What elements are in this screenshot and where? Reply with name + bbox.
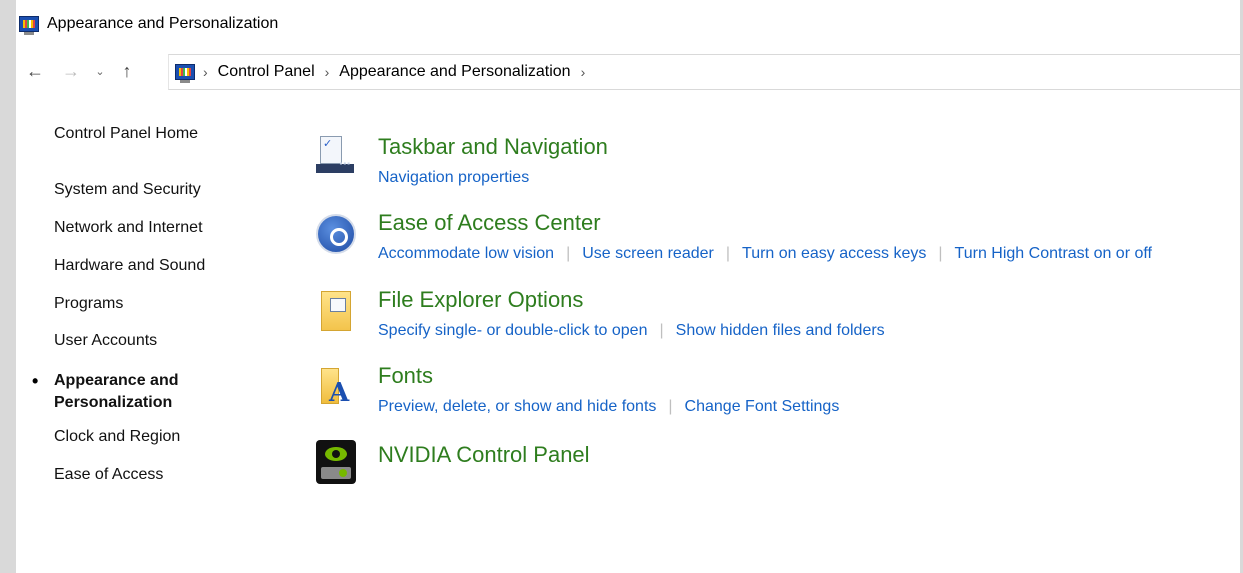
control-panel-icon xyxy=(19,16,39,35)
window-title: Appearance and Personalization xyxy=(47,15,279,32)
navigation-row: ← → ⌄ ↑ › Control Panel › Appearance and… xyxy=(16,54,1240,90)
category-links: Specify single- or double-click to open … xyxy=(378,322,885,340)
link-separator: | xyxy=(725,245,731,262)
category-links: Accommodate low vision | Use screen read… xyxy=(378,245,1152,263)
breadcrumb-control-panel[interactable]: Control Panel xyxy=(218,63,315,81)
address-bar[interactable]: › Control Panel › Appearance and Persona… xyxy=(168,54,1240,90)
fonts-letter-a-glyph: A xyxy=(329,378,350,408)
sidebar-item-label-line2: Personalization xyxy=(54,394,173,411)
nvidia-icon[interactable] xyxy=(316,440,356,484)
link-turn-on-easy-access-keys[interactable]: Turn on easy access keys xyxy=(742,245,926,263)
breadcrumb-appearance-and-personalization[interactable]: Appearance and Personalization xyxy=(339,63,570,81)
taskbar-icon-bar xyxy=(316,159,354,173)
sidebar-item-programs[interactable]: Programs xyxy=(54,295,123,313)
sidebar-item-system-and-security[interactable]: System and Security xyxy=(54,181,201,199)
nvidia-eye-shape xyxy=(325,447,347,461)
breadcrumb-separator-icon[interactable]: › xyxy=(325,64,330,80)
up-arrow-icon[interactable]: ↑ xyxy=(114,61,140,82)
recent-locations-chevron-icon[interactable]: ⌄ xyxy=(90,65,110,78)
sidebar-item-clock-and-region[interactable]: Clock and Region xyxy=(54,428,180,446)
category-title[interactable]: NVIDIA Control Panel xyxy=(378,442,590,468)
forward-arrow-icon[interactable]: → xyxy=(58,61,84,82)
current-item-bullet-icon: • xyxy=(32,371,39,391)
taskbar-icon[interactable] xyxy=(316,136,356,176)
sidebar-item-ease-of-access[interactable]: Ease of Access xyxy=(54,466,163,484)
ease-of-access-icon[interactable] xyxy=(316,214,356,254)
link-separator: | xyxy=(668,398,673,415)
title-bar: Appearance and Personalization xyxy=(16,0,1240,48)
link-preview-delete-show-hide-fonts[interactable]: Preview, delete, or show and hide fonts xyxy=(378,398,656,416)
link-navigation-properties[interactable]: Navigation properties xyxy=(378,169,529,187)
category-links: Preview, delete, or show and hide fonts … xyxy=(378,398,839,416)
link-separator: | xyxy=(566,245,571,262)
sidebar-item-label-line1: Appearance and xyxy=(54,372,179,389)
category-title[interactable]: Fonts xyxy=(378,363,433,389)
sidebar-item-user-accounts[interactable]: User Accounts xyxy=(54,332,157,350)
breadcrumb-separator-icon[interactable]: › xyxy=(203,64,208,80)
control-panel-window: Appearance and Personalization ← → ⌄ ↑ ›… xyxy=(16,0,1240,573)
breadcrumb-separator-icon[interactable]: › xyxy=(581,64,586,80)
sidebar-item-network-and-internet[interactable]: Network and Internet xyxy=(54,219,203,237)
category-title[interactable]: Taskbar and Navigation xyxy=(378,134,608,160)
category-title[interactable]: Ease of Access Center xyxy=(378,210,601,236)
link-accommodate-low-vision[interactable]: Accommodate low vision xyxy=(378,245,554,263)
category-title[interactable]: File Explorer Options xyxy=(378,287,583,313)
back-arrow-icon[interactable]: ← xyxy=(22,61,48,82)
link-change-font-settings[interactable]: Change Font Settings xyxy=(685,398,840,416)
nvidia-card-shape xyxy=(321,467,351,479)
link-specify-single-or-double-click[interactable]: Specify single- or double-click to open xyxy=(378,322,647,340)
sidebar-item-hardware-and-sound[interactable]: Hardware and Sound xyxy=(54,257,205,275)
link-turn-high-contrast-on-or-off[interactable]: Turn High Contrast on or off xyxy=(955,245,1152,263)
link-use-screen-reader[interactable]: Use screen reader xyxy=(582,245,714,263)
link-show-hidden-files-and-folders[interactable]: Show hidden files and folders xyxy=(676,322,885,340)
link-separator: | xyxy=(659,322,664,339)
link-separator: | xyxy=(938,245,943,262)
sidebar-item-control-panel-home[interactable]: Control Panel Home xyxy=(54,125,198,143)
file-explorer-options-icon[interactable] xyxy=(321,291,351,331)
category-links: Navigation properties xyxy=(378,169,529,187)
control-panel-icon[interactable] xyxy=(175,64,195,83)
sidebar-item-appearance-and-personalization: • Appearance and Personalization xyxy=(32,370,179,414)
fonts-icon[interactable]: A xyxy=(321,368,351,408)
